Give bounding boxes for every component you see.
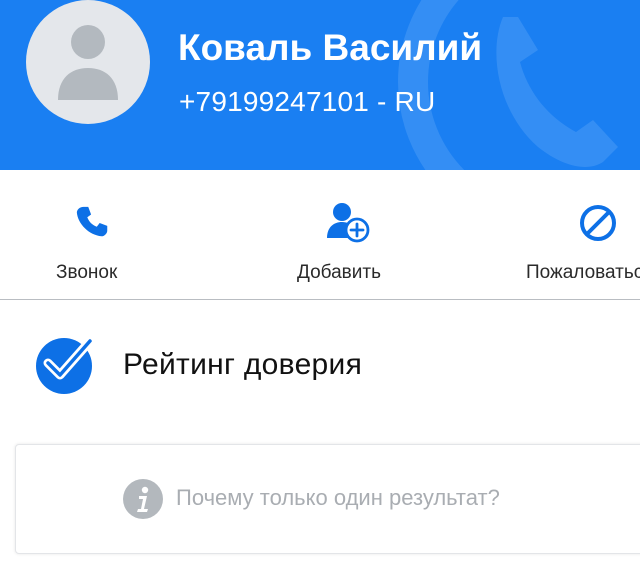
why-one-result-text: Почему только один результат? xyxy=(176,485,500,510)
why-one-result-card[interactable]: Почему только один результат? xyxy=(15,444,640,554)
contact-header: Коваль Василий +79199247101 - RU xyxy=(0,0,640,170)
report-button[interactable]: Пожаловаться xyxy=(520,170,640,299)
avatar xyxy=(26,0,150,124)
add-contact-label: Добавить xyxy=(297,262,381,283)
report-label: Пожаловаться xyxy=(526,262,640,283)
check-badge-icon xyxy=(36,336,95,394)
phone-watermark-icon xyxy=(398,0,618,170)
trust-rating-section: Рейтинг доверия xyxy=(0,300,640,430)
add-contact-button[interactable]: Добавить xyxy=(280,170,420,299)
call-label: Звонок xyxy=(56,262,118,283)
phone-icon xyxy=(76,206,108,237)
add-contact-icon xyxy=(327,203,370,243)
action-bar: Звонок Добавить Пожаловаться xyxy=(0,170,640,300)
contact-phone: +79199247101 - RU xyxy=(179,86,436,117)
call-button[interactable]: Звонок xyxy=(40,170,150,299)
avatar-placeholder-icon xyxy=(58,25,118,100)
contact-name: Коваль Василий xyxy=(178,27,483,68)
block-icon xyxy=(580,205,616,241)
trust-rating-title: Рейтинг доверия xyxy=(123,348,363,381)
info-icon xyxy=(123,479,163,519)
